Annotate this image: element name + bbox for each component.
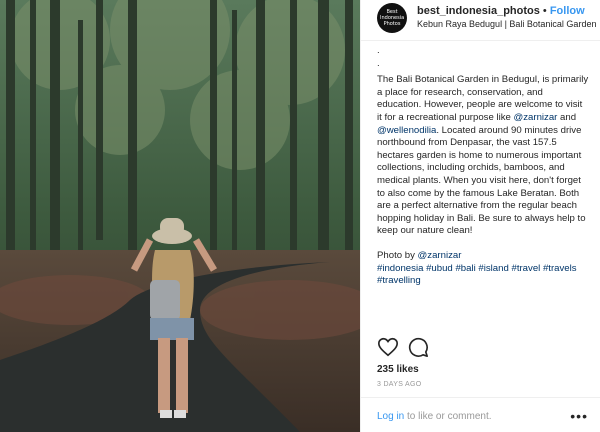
mention-link[interactable]: @zarnizar	[514, 112, 558, 123]
hashtag-link[interactable]: #travels	[543, 263, 577, 274]
post-header: Best Indonesia Photos best_indonesia_pho…	[361, 0, 600, 41]
post-photo[interactable]	[0, 0, 360, 432]
post-timestamp[interactable]: 3 DAYS AGO	[377, 381, 422, 388]
login-link[interactable]: Log in	[377, 411, 404, 422]
forest-path-photo	[0, 0, 360, 432]
hashtag-link[interactable]: #ubud	[426, 263, 453, 274]
follow-separator: •	[539, 5, 550, 17]
heart-icon[interactable]	[377, 336, 399, 358]
post-caption: . . The Bali Botanical Garden in Bedugul…	[377, 45, 589, 328]
caption-dot-2: .	[377, 57, 380, 69]
comment-prompt: Log in to like or comment.	[377, 411, 492, 422]
divider	[361, 397, 600, 398]
comment-icon[interactable]	[407, 336, 429, 358]
avatar[interactable]: Best Indonesia Photos	[377, 3, 407, 33]
likes-count[interactable]: 235 likes	[377, 364, 419, 375]
mention-link[interactable]: @wellenodilia	[377, 125, 436, 136]
photo-by-label: Photo by	[377, 249, 418, 261]
avatar-text: Best Indonesia Photos	[380, 9, 405, 27]
caption-and: and	[557, 111, 577, 123]
hashtag-link[interactable]: #bali	[455, 263, 475, 274]
username-line: best_indonesia_photos • Follow	[417, 5, 585, 17]
follow-button[interactable]: Follow	[550, 5, 585, 17]
hashtag-link[interactable]: #travel	[511, 263, 540, 274]
location-link[interactable]: Kebun Raya Bedugul | Bali Botanical Gard…	[417, 19, 596, 29]
hashtag-link[interactable]: #indonesia	[377, 263, 423, 274]
caption-dot: .	[377, 45, 380, 56]
comment-prompt-text: to like or comment.	[404, 411, 492, 422]
post-panel: Best Indonesia Photos best_indonesia_pho…	[360, 0, 600, 432]
hashtag-link[interactable]: #travelling	[377, 275, 421, 286]
hashtag-link[interactable]: #island	[478, 263, 508, 274]
caption-text-2: . Located around 90 minutes drive northb…	[377, 124, 586, 237]
username-link[interactable]: best_indonesia_photos	[417, 5, 540, 17]
more-options-icon[interactable]: •••	[570, 408, 588, 424]
photographer-link[interactable]: @zarnizar	[418, 250, 462, 261]
action-icons	[377, 336, 437, 358]
